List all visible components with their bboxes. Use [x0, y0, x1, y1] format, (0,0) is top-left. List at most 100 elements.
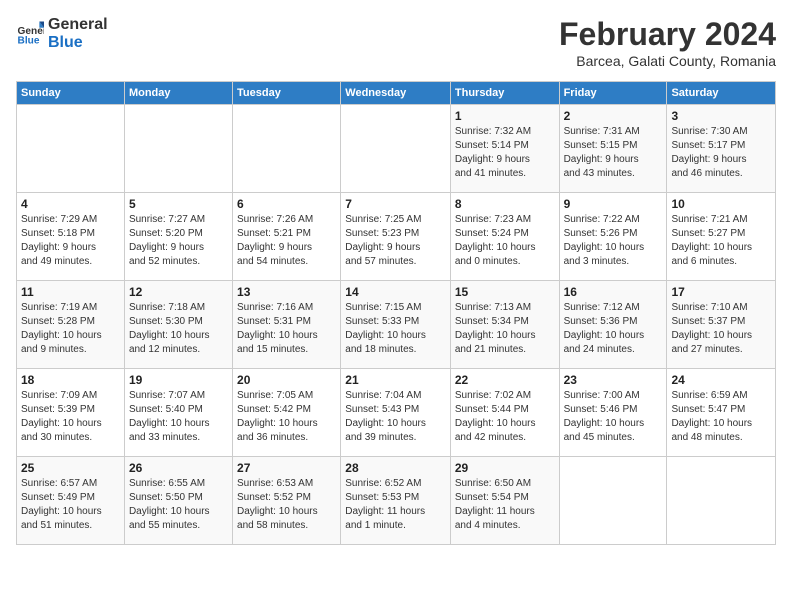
day-number: 25: [21, 461, 120, 475]
calendar-day-cell: 15 Sunrise: 7:13 AMSunset: 5:34 PMDayligh…: [450, 281, 559, 369]
day-number: 28: [345, 461, 446, 475]
day-number: 23: [564, 373, 663, 387]
calendar-day-cell: [559, 457, 667, 545]
day-info: Sunrise: 7:02 AMSunset: 5:44 PMDaylight:…: [455, 389, 555, 445]
weekday-header-cell: Tuesday: [233, 82, 341, 105]
day-info: Sunrise: 6:57 AMSunset: 5:49 PMDaylight:…: [21, 477, 120, 533]
day-number: 7: [345, 197, 446, 211]
logo: General Blue General Blue: [16, 16, 108, 51]
calendar-day-cell: 3 Sunrise: 7:30 AMSunset: 5:17 PMDaylight…: [667, 105, 776, 193]
day-number: 16: [564, 285, 663, 299]
day-info: Sunrise: 7:15 AMSunset: 5:33 PMDaylight:…: [345, 301, 446, 357]
day-info: Sunrise: 7:30 AMSunset: 5:17 PMDaylight:…: [671, 125, 771, 181]
day-number: 27: [237, 461, 336, 475]
calendar-day-cell: 5Sunrise: 7:27 AMSunset: 5:20 PMDaylight…: [124, 193, 232, 281]
calendar-day-cell: [124, 105, 232, 193]
calendar-week-row: 18 Sunrise: 7:09 AMSunset: 5:39 PMDayligh…: [17, 369, 776, 457]
calendar-day-cell: 16 Sunrise: 7:12 AMSunset: 5:36 PMDayligh…: [559, 281, 667, 369]
header: General Blue General Blue February 2024 …: [16, 16, 776, 69]
weekday-header-cell: Wednesday: [341, 82, 451, 105]
calendar-day-cell: 20 Sunrise: 7:05 AMSunset: 5:42 PMDayligh…: [233, 369, 341, 457]
day-number: 12: [129, 285, 228, 299]
day-info: Sunrise: 6:55 AMSunset: 5:50 PMDaylight:…: [129, 477, 228, 533]
day-number: 17: [671, 285, 771, 299]
calendar-week-row: 1Sunrise: 7:32 AMSunset: 5:14 PMDaylight…: [17, 105, 776, 193]
day-info: Sunrise: 7:04 AMSunset: 5:43 PMDaylight:…: [345, 389, 446, 445]
calendar-day-cell: 29 Sunrise: 6:50 AMSunset: 5:54 PMDayligh…: [450, 457, 559, 545]
day-number: 15: [455, 285, 555, 299]
calendar-body: 1Sunrise: 7:32 AMSunset: 5:14 PMDaylight…: [17, 105, 776, 545]
day-info: Sunrise: 7:19 AMSunset: 5:28 PMDaylight:…: [21, 301, 120, 357]
day-info: Sunrise: 7:05 AMSunset: 5:42 PMDaylight:…: [237, 389, 336, 445]
day-info: Sunrise: 7:13 AMSunset: 5:34 PMDaylight:…: [455, 301, 555, 357]
calendar-day-cell: 26Sunrise: 6:55 AMSunset: 5:50 PMDayligh…: [124, 457, 232, 545]
calendar-day-cell: 18 Sunrise: 7:09 AMSunset: 5:39 PMDayligh…: [17, 369, 125, 457]
day-info: Sunrise: 7:31 AMSunset: 5:15 PMDaylight:…: [564, 125, 663, 181]
logo-blue: Blue: [48, 34, 108, 52]
month-title: February 2024: [559, 16, 776, 53]
calendar-day-cell: 19 Sunrise: 7:07 AMSunset: 5:40 PMDayligh…: [124, 369, 232, 457]
day-info: Sunrise: 7:27 AMSunset: 5:20 PMDaylight:…: [129, 213, 228, 269]
calendar-day-cell: 24Sunrise: 6:59 AMSunset: 5:47 PMDayligh…: [667, 369, 776, 457]
day-info: Sunrise: 7:16 AMSunset: 5:31 PMDaylight:…: [237, 301, 336, 357]
calendar-day-cell: 22 Sunrise: 7:02 AMSunset: 5:44 PMDayligh…: [450, 369, 559, 457]
calendar-day-cell: [341, 105, 451, 193]
calendar-table: SundayMondayTuesdayWednesdayThursdayFrid…: [16, 81, 776, 545]
day-info: Sunrise: 7:29 AMSunset: 5:18 PMDaylight:…: [21, 213, 120, 269]
weekday-header-cell: Friday: [559, 82, 667, 105]
calendar-day-cell: [17, 105, 125, 193]
day-info: Sunrise: 7:25 AMSunset: 5:23 PMDaylight:…: [345, 213, 446, 269]
day-info: Sunrise: 7:09 AMSunset: 5:39 PMDaylight:…: [21, 389, 120, 445]
calendar-day-cell: 7 Sunrise: 7:25 AMSunset: 5:23 PMDaylight…: [341, 193, 451, 281]
day-info: Sunrise: 7:23 AMSunset: 5:24 PMDaylight:…: [455, 213, 555, 269]
calendar-day-cell: 27 Sunrise: 6:53 AMSunset: 5:52 PMDayligh…: [233, 457, 341, 545]
calendar-day-cell: 2Sunrise: 7:31 AMSunset: 5:15 PMDaylight…: [559, 105, 667, 193]
day-number: 11: [21, 285, 120, 299]
day-number: 4: [21, 197, 120, 211]
day-info: Sunrise: 6:53 AMSunset: 5:52 PMDaylight:…: [237, 477, 336, 533]
calendar-day-cell: 11 Sunrise: 7:19 AMSunset: 5:28 PMDayligh…: [17, 281, 125, 369]
calendar-week-row: 11 Sunrise: 7:19 AMSunset: 5:28 PMDayligh…: [17, 281, 776, 369]
day-number: 1: [455, 109, 555, 123]
weekday-header-cell: Monday: [124, 82, 232, 105]
calendar-day-cell: 13 Sunrise: 7:16 AMSunset: 5:31 PMDayligh…: [233, 281, 341, 369]
day-info: Sunrise: 7:00 AMSunset: 5:46 PMDaylight:…: [564, 389, 663, 445]
day-info: Sunrise: 7:07 AMSunset: 5:40 PMDaylight:…: [129, 389, 228, 445]
calendar-day-cell: 17Sunrise: 7:10 AMSunset: 5:37 PMDayligh…: [667, 281, 776, 369]
calendar-day-cell: 12Sunrise: 7:18 AMSunset: 5:30 PMDayligh…: [124, 281, 232, 369]
day-info: Sunrise: 7:26 AMSunset: 5:21 PMDaylight:…: [237, 213, 336, 269]
day-number: 24: [671, 373, 771, 387]
day-info: Sunrise: 7:21 AMSunset: 5:27 PMDaylight:…: [671, 213, 771, 269]
calendar-day-cell: 25 Sunrise: 6:57 AMSunset: 5:49 PMDayligh…: [17, 457, 125, 545]
calendar-day-cell: 21 Sunrise: 7:04 AMSunset: 5:43 PMDayligh…: [341, 369, 451, 457]
day-number: 14: [345, 285, 446, 299]
day-number: 9: [564, 197, 663, 211]
calendar-day-cell: 10 Sunrise: 7:21 AMSunset: 5:27 PMDayligh…: [667, 193, 776, 281]
day-info: Sunrise: 7:12 AMSunset: 5:36 PMDaylight:…: [564, 301, 663, 357]
calendar-day-cell: 6Sunrise: 7:26 AMSunset: 5:21 PMDaylight…: [233, 193, 341, 281]
title-area: February 2024 Barcea, Galati County, Rom…: [559, 16, 776, 69]
day-number: 29: [455, 461, 555, 475]
day-number: 3: [671, 109, 771, 123]
logo-general: General: [48, 16, 108, 34]
weekday-header-cell: Thursday: [450, 82, 559, 105]
day-number: 10: [671, 197, 771, 211]
day-number: 18: [21, 373, 120, 387]
calendar-day-cell: 28Sunrise: 6:52 AMSunset: 5:53 PMDayligh…: [341, 457, 451, 545]
day-number: 8: [455, 197, 555, 211]
svg-text:Blue: Blue: [18, 35, 40, 46]
calendar-day-cell: 1Sunrise: 7:32 AMSunset: 5:14 PMDaylight…: [450, 105, 559, 193]
day-number: 22: [455, 373, 555, 387]
logo-icon: General Blue: [16, 20, 44, 48]
calendar-day-cell: 9Sunrise: 7:22 AMSunset: 5:26 PMDaylight…: [559, 193, 667, 281]
location-title: Barcea, Galati County, Romania: [559, 53, 776, 69]
day-number: 21: [345, 373, 446, 387]
calendar-day-cell: [233, 105, 341, 193]
day-number: 20: [237, 373, 336, 387]
day-info: Sunrise: 6:50 AMSunset: 5:54 PMDaylight:…: [455, 477, 555, 533]
calendar-day-cell: 14 Sunrise: 7:15 AMSunset: 5:33 PMDayligh…: [341, 281, 451, 369]
day-number: 19: [129, 373, 228, 387]
calendar-week-row: 4 Sunrise: 7:29 AMSunset: 5:18 PMDaylight…: [17, 193, 776, 281]
weekday-header-row: SundayMondayTuesdayWednesdayThursdayFrid…: [17, 82, 776, 105]
day-number: 13: [237, 285, 336, 299]
